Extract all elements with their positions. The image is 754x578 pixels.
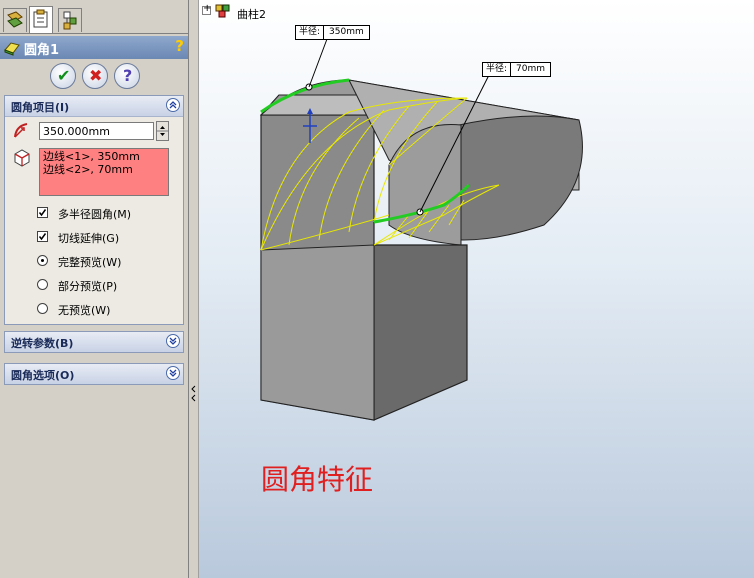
feature-manager-icon: [7, 11, 23, 28]
no-preview-radio[interactable]: [37, 303, 48, 314]
graphics-viewport[interactable]: + 曲柱2 半径: 350mm 半径: 70mm 圆角特征: [199, 0, 754, 578]
expand-chevron-icon[interactable]: [166, 334, 180, 348]
help-question-icon[interactable]: ?: [175, 37, 184, 55]
no-preview-label: 无预览(W): [58, 304, 111, 317]
radius-input[interactable]: [39, 122, 154, 140]
caption-text: 圆角特征: [261, 463, 374, 496]
configuration-manager-icon: [63, 11, 77, 30]
feature-title-bar: 圆角1 ?: [0, 36, 188, 59]
radius-callout-2[interactable]: 半径: 70mm: [482, 62, 552, 77]
close-icon: ✖: [89, 66, 103, 85]
help-button[interactable]: ?: [114, 63, 140, 89]
radius-callout-1[interactable]: 半径: 350mm: [295, 25, 370, 40]
manager-tabs: [0, 0, 188, 34]
fillet-options-title: 圆角选项(O): [11, 369, 75, 382]
setback-parameters-header[interactable]: 逆转参数(B): [5, 332, 183, 352]
callout-value[interactable]: 70mm: [511, 63, 550, 76]
fillet-items-title: 圆角项目(I): [11, 101, 70, 114]
radius-icon: [14, 123, 28, 138]
setback-parameters-title: 逆转参数(B): [11, 337, 74, 350]
feature-title: 圆角1: [24, 43, 60, 58]
multi-radius-label: 多半径圆角(M): [58, 208, 132, 221]
property-manager-panel: 圆角1 ? ✔ ✖ ? 圆角项目(I) 350.000mm 边线<1>, 350…: [0, 0, 189, 578]
partial-preview-label: 部分预览(P): [58, 280, 118, 293]
radius-spinner[interactable]: [156, 121, 169, 141]
tangent-propagation-checkbox[interactable]: [37, 231, 48, 242]
list-item[interactable]: 边线<2>, 70mm: [43, 163, 165, 176]
partial-preview-radio[interactable]: [37, 279, 48, 290]
question-icon: ?: [123, 66, 133, 85]
full-preview-label: 完整预览(W): [58, 256, 122, 269]
ok-button[interactable]: ✔: [50, 63, 76, 89]
callout-label: 半径:: [483, 63, 512, 76]
callout-label: 半径:: [296, 26, 325, 39]
list-item[interactable]: 边线<1>, 350mm: [43, 150, 165, 163]
cancel-button[interactable]: ✖: [82, 63, 108, 89]
tab-configuration-manager[interactable]: [58, 8, 82, 32]
tab-property-manager[interactable]: [29, 6, 53, 33]
fillet-options-group[interactable]: 圆角选项(O): [4, 363, 184, 385]
property-manager-icon: [33, 9, 48, 28]
collapse-chevron-icon[interactable]: [166, 98, 180, 112]
multi-radius-checkbox[interactable]: [37, 207, 48, 218]
setback-parameters-group[interactable]: 逆转参数(B): [4, 331, 184, 353]
tab-feature-manager[interactable]: [3, 8, 27, 32]
selected-edges-list[interactable]: 边线<1>, 350mm 边线<2>, 70mm: [39, 148, 169, 196]
expand-chevron-icon[interactable]: [166, 366, 180, 380]
tangent-propagation-label: 切线延伸(G): [58, 232, 120, 245]
fillet-items-header[interactable]: 圆角项目(I): [5, 96, 183, 117]
fillet-feature-icon: [4, 42, 20, 56]
fillet-options-header[interactable]: 圆角选项(O): [5, 364, 183, 384]
panel-splitter[interactable]: [190, 0, 199, 578]
callout-value[interactable]: 350mm: [324, 26, 369, 39]
checkmark-icon: ✔: [57, 66, 71, 85]
splitter-grip-icon[interactable]: [190, 384, 198, 404]
full-preview-radio[interactable]: [37, 255, 48, 266]
edge-selection-icon: [14, 149, 30, 167]
